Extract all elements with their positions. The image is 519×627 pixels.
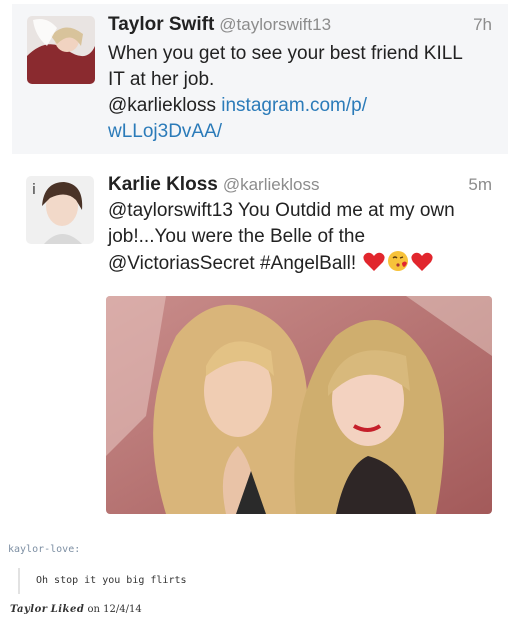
tweet-body: When you get to see your best friend KIL…	[108, 41, 490, 145]
liked-author: Taylor	[10, 604, 48, 615]
tweet-photo[interactable]	[106, 296, 492, 514]
kiss-face-emoji-icon	[387, 250, 409, 280]
liked-action: Liked	[50, 604, 85, 615]
tweet-text-line: job!...You were the Belle of the	[108, 226, 366, 247]
tweet-text-line: When you get to see your best friend KIL…	[108, 43, 463, 64]
tweet-text-line: @taylorswift13 You Outdid me at my own	[108, 200, 455, 221]
reblog-quote: Oh stop it you big flirts	[18, 568, 187, 594]
instagram-link-continued[interactable]: wLLoj3DvAA/	[108, 121, 222, 142]
tweet-header: Taylor Swift @taylorswift13 7h	[108, 14, 492, 40]
tweet-text-line: @VictoriasSecret #AngelBall!	[108, 253, 357, 274]
mention-link[interactable]: @karliekloss	[108, 95, 216, 116]
tweet-card-taylor[interactable]: Taylor Swift @taylorswift13 7h When you g…	[12, 4, 508, 154]
avatar-karlie[interactable]: i	[26, 176, 94, 244]
tweet-timestamp[interactable]: 7h	[473, 15, 492, 35]
author-name[interactable]: Taylor Swift	[108, 14, 214, 35]
tweet-body: @taylorswift13 You Outdid me at my own j…	[108, 198, 490, 280]
author-name[interactable]: Karlie Kloss	[108, 174, 218, 195]
avatar-taylor[interactable]	[27, 16, 95, 84]
tweet-header: Karlie Kloss @karliekloss 5m	[108, 174, 492, 200]
tweet-card-karlie[interactable]: i Karlie Kloss @karliekloss 5m @taylorswi…	[12, 166, 508, 526]
instagram-link[interactable]: instagram.com/p/	[221, 95, 367, 116]
reblog-source[interactable]: kaylor-love:	[8, 544, 80, 555]
author-handle[interactable]: @karliekloss	[223, 175, 320, 194]
svg-text:i: i	[32, 182, 36, 198]
liked-line: Taylor Liked on 12/4/14	[10, 604, 142, 615]
heart-emoji-icon	[363, 252, 386, 280]
author-handle[interactable]: @taylorswift13	[219, 15, 331, 34]
heart-emoji-icon	[411, 252, 434, 280]
liked-date: on 12/4/14	[87, 604, 142, 615]
tweet-text-line: IT at her job.	[108, 69, 215, 90]
tweet-timestamp[interactable]: 5m	[468, 175, 492, 195]
